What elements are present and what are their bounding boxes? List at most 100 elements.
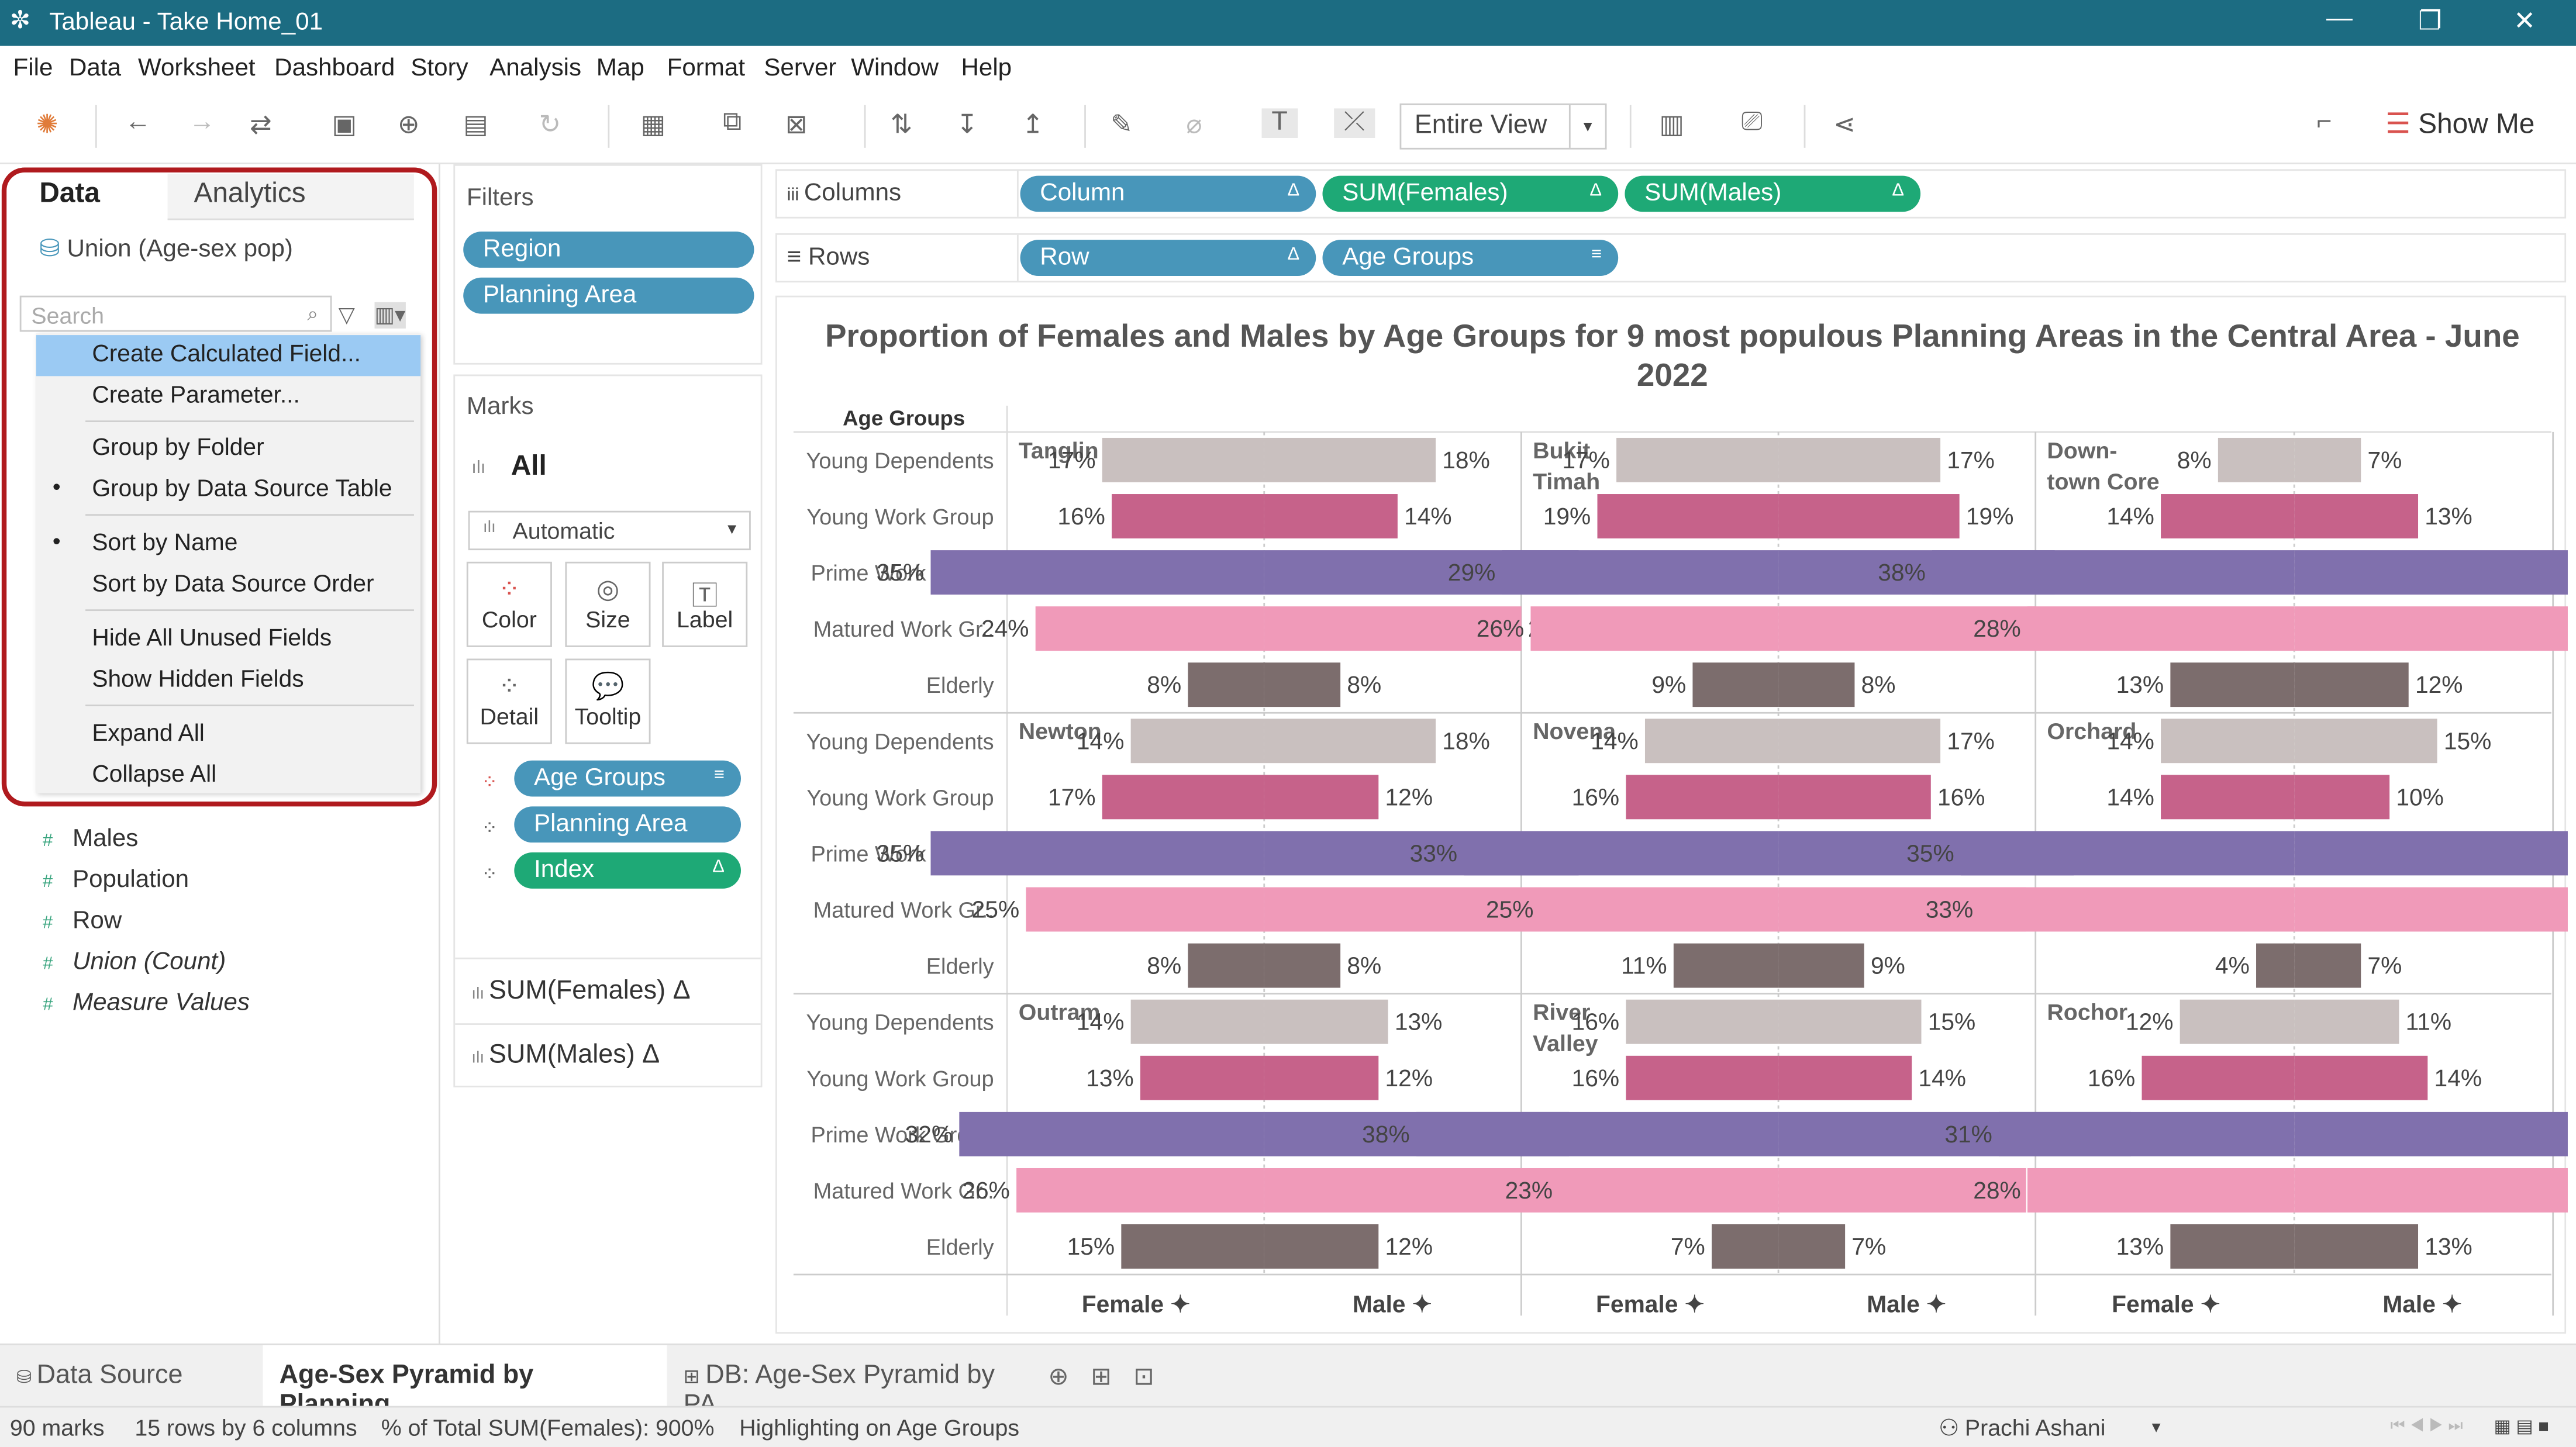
mark-type-dropdown[interactable]: Automatic ılı ▼: [468, 510, 751, 551]
female-bar: [1102, 437, 1264, 482]
field-males[interactable]: # Males: [43, 824, 138, 852]
female-value-label: 14%: [1077, 727, 1125, 754]
tableau-logo-icon: ✼: [9, 6, 31, 34]
field-measure-values[interactable]: # Measure Values: [43, 989, 250, 1017]
menu-worksheet[interactable]: Worksheet: [138, 54, 256, 82]
label-label: Label: [677, 606, 733, 633]
clear-sheet-icon[interactable]: ⊠: [785, 108, 808, 141]
page-nav-icon[interactable]: ⏮ ◀ ▶ ⏭: [2391, 1417, 2463, 1435]
minimize-icon[interactable]: —: [2326, 5, 2353, 34]
menu-analysis[interactable]: Analysis: [489, 54, 581, 82]
menu-help[interactable]: Help: [961, 54, 1012, 82]
size-card[interactable]: ◎ Size: [565, 561, 651, 647]
new-worksheet-tab-icon[interactable]: ⊕: [1048, 1362, 1068, 1391]
female-value-label: 17%: [1562, 447, 1610, 474]
tab-data-source[interactable]: ⛁ Data Source: [0, 1345, 263, 1408]
menu-window[interactable]: Window: [851, 54, 939, 82]
format-painter-icon[interactable]: ⌐: [2316, 108, 2332, 138]
pause-updates-icon[interactable]: ▤: [463, 108, 488, 141]
male-bar: [1778, 437, 1941, 482]
columns-sum-males-pill[interactable]: SUM(Males) Δ: [1625, 175, 1921, 212]
category-label: Young Dependents: [806, 1011, 994, 1035]
columns-column-pill[interactable]: Column Δ: [1020, 175, 1316, 212]
fit-dropdown[interactable]: Entire View ▼: [1399, 103, 1607, 150]
chevron-down-icon[interactable]: ▼: [2149, 1419, 2164, 1435]
new-worksheet-icon[interactable]: ▦: [641, 108, 665, 141]
filter-planning-area-pill[interactable]: Planning Area: [463, 277, 754, 314]
close-icon[interactable]: ✕: [2513, 5, 2536, 37]
tooltip-card[interactable]: 💬 Tooltip: [565, 658, 651, 744]
pyramid-chart: Age Groups Young Dependents Young Work Gro…: [793, 405, 2568, 1318]
filter-region-pill[interactable]: Region: [463, 232, 754, 268]
male-value-label: 7%: [1851, 1233, 1886, 1260]
field-row[interactable]: # Row: [43, 907, 122, 935]
share-icon[interactable]: ⋖: [1833, 108, 1856, 141]
tab-age-sex-pyramid[interactable]: Age-Sex Pyramid by Planning ...: [263, 1345, 667, 1419]
save-icon[interactable]: ▣: [332, 108, 356, 141]
rows-age-groups-pill[interactable]: Age Groups ≡: [1322, 240, 1619, 276]
show-cards-icon[interactable]: ▥: [1659, 108, 1684, 141]
sheet-view-icon[interactable]: ▦ ▤ ■: [2494, 1416, 2549, 1437]
tooltip-label: Tooltip: [574, 703, 642, 730]
category-label: Young Work Group: [806, 1067, 994, 1092]
male-value-label: 7%: [2367, 447, 2402, 474]
detail-card[interactable]: ⁘ Detail: [466, 658, 552, 744]
male-bar: [1778, 1224, 1846, 1269]
tab-db-age-sex-pyramid[interactable]: ⊞ DB: Age-Sex Pyramid by PA: [667, 1345, 1032, 1419]
marks-age-groups-pill[interactable]: Age Groups ≡: [514, 760, 741, 797]
marks-planning-area-pill[interactable]: Planning Area: [514, 806, 741, 843]
field-population[interactable]: # Population: [43, 866, 189, 894]
columns-sum-females-pill[interactable]: SUM(Females) Δ: [1322, 175, 1619, 212]
menu-format[interactable]: Format: [667, 54, 745, 82]
menu-file[interactable]: File: [13, 54, 53, 82]
sort-ascending-icon[interactable]: ↧: [956, 108, 978, 141]
female-bar: [1188, 943, 1264, 988]
marks-all-tab[interactable]: All: [511, 450, 547, 483]
swap-icon[interactable]: ⇅: [891, 108, 913, 141]
female-bar: [1980, 887, 2295, 932]
new-story-tab-icon[interactable]: ⊡: [1133, 1362, 1154, 1391]
sort-descending-icon[interactable]: ↥: [1022, 108, 1044, 141]
menu-server[interactable]: Server: [764, 54, 836, 82]
status-user[interactable]: Prachi Ashani: [1965, 1414, 2106, 1441]
new-dashboard-tab-icon[interactable]: ⊞: [1091, 1362, 1111, 1391]
marks-sum-males-tab[interactable]: ılı SUM(Males) Δ: [471, 1041, 660, 1071]
duplicate-icon[interactable]: ⧉: [723, 108, 742, 138]
show-me-button[interactable]: ☰ Show Me: [2385, 108, 2534, 141]
group-icon[interactable]: ⌀: [1186, 108, 1202, 141]
male-value-label: 11%: [2406, 1009, 2451, 1035]
back-icon[interactable]: ←: [125, 108, 151, 138]
menu-data[interactable]: Data: [69, 54, 121, 82]
menu-map[interactable]: Map: [596, 54, 644, 82]
pill-label: Column: [1040, 179, 1125, 207]
field-union-count[interactable]: # Union (Count): [43, 948, 226, 976]
fix-axes-icon[interactable]: ⤫: [1334, 108, 1375, 138]
male-value-label: 12%: [1385, 1065, 1433, 1092]
presentation-icon[interactable]: ⎚: [1742, 108, 1763, 138]
female-value-label: 16%: [1572, 1009, 1620, 1035]
rows-row-pill[interactable]: Row Δ: [1020, 240, 1316, 276]
redo-icon[interactable]: ⇄: [250, 108, 272, 141]
panel-name-label: town Core: [2047, 469, 2159, 495]
filters-shelf: Filters Region Planning Area: [453, 164, 763, 365]
refresh-icon[interactable]: ↻: [539, 108, 561, 141]
label-icon: 🅃: [691, 583, 718, 612]
highlight-icon[interactable]: ✎: [1111, 108, 1133, 141]
color-label: Color: [481, 606, 537, 633]
male-bar: [2294, 887, 2568, 932]
menu-story[interactable]: Story: [411, 54, 468, 82]
male-bar: [2294, 662, 2409, 707]
menu-dashboard[interactable]: Dashboard: [274, 54, 395, 82]
tableau-home-icon[interactable]: ✺: [36, 108, 58, 141]
marks-sum-females-tab[interactable]: ılı SUM(Females) Δ: [471, 978, 690, 1007]
dashboard-tab-icon: ⊞: [683, 1365, 706, 1388]
show-labels-icon[interactable]: T: [1261, 108, 1298, 138]
restore-icon[interactable]: ❐: [2418, 5, 2441, 37]
female-bar: [2161, 775, 2295, 820]
marks-index-pill[interactable]: Index Δ: [514, 852, 741, 889]
forward-icon[interactable]: →: [189, 108, 215, 138]
new-datasource-icon[interactable]: ⊕: [398, 108, 420, 141]
male-bar: [2294, 550, 2568, 595]
label-card[interactable]: 🅃 Label: [662, 561, 748, 647]
color-card[interactable]: ⁘ Color: [466, 561, 552, 647]
